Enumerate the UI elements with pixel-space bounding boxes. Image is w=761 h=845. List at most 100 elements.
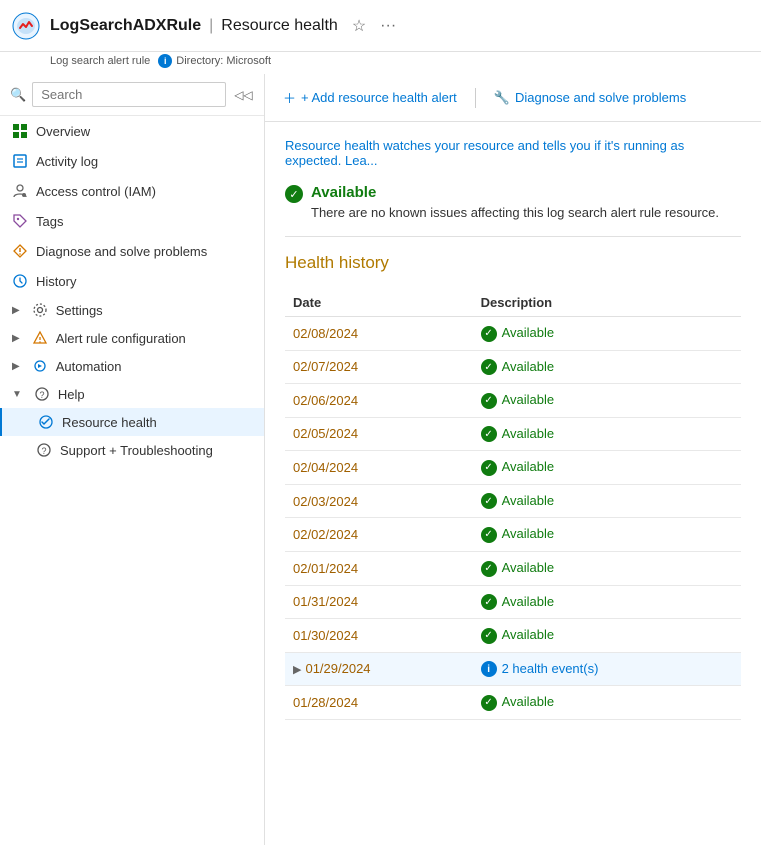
sidebar-item-help-label: Help	[58, 387, 252, 402]
available-status-label: Available	[502, 493, 555, 508]
status-available-icon: ✓	[285, 185, 303, 203]
table-cell-date: ▶01/29/2024	[285, 652, 473, 686]
date-value: 01/28/2024	[293, 695, 358, 710]
azure-monitor-icon	[12, 12, 40, 40]
table-cell-description: ✓Available	[473, 417, 741, 451]
table-row[interactable]: ▶01/29/2024 i 2 health event(s)	[285, 652, 741, 686]
chevron-right-icon-3: ▶	[12, 361, 20, 372]
sidebar-item-alert-rule-config[interactable]: ▶ Alert rule configuration	[0, 324, 264, 352]
resource-health-icon	[38, 414, 54, 430]
sidebar-item-settings[interactable]: ▶ Settings	[0, 296, 264, 324]
table-cell-date: 01/30/2024	[285, 619, 473, 653]
table-row[interactable]: 02/08/2024✓Available	[285, 317, 741, 351]
expand-row-icon[interactable]: ▶	[293, 664, 301, 676]
sidebar-item-access-control[interactable]: Access control (IAM)	[0, 176, 264, 206]
overview-icon	[12, 123, 28, 139]
table-cell-date: 02/08/2024	[285, 317, 473, 351]
diagnose-solve-button[interactable]: 🔧 Diagnose and solve problems	[492, 86, 688, 110]
table-cell-description: ✓Available	[473, 317, 741, 351]
sidebar-item-resource-health[interactable]: Resource health	[0, 408, 264, 436]
search-input[interactable]	[32, 82, 226, 107]
more-options-button[interactable]: ···	[376, 15, 400, 37]
table-cell-description: ✓Available	[473, 551, 741, 585]
date-value: 02/06/2024	[293, 393, 358, 408]
add-resource-health-alert-button[interactable]: ＋ + Add resource health alert	[281, 84, 459, 111]
table-row[interactable]: 02/04/2024 ✓Available	[285, 451, 741, 485]
date-value: 02/03/2024	[293, 494, 358, 509]
sidebar-item-resource-health-label: Resource health	[62, 415, 252, 430]
table-cell-description: ✓ Available	[473, 686, 741, 720]
table-row[interactable]: 01/31/2024✓Available	[285, 585, 741, 619]
sidebar-item-overview[interactable]: Overview	[0, 116, 264, 146]
status-description: There are no known issues affecting this…	[311, 205, 719, 220]
sidebar-item-history-label: History	[36, 274, 252, 289]
sidebar-item-support-troubleshooting[interactable]: ? Support + Troubleshooting	[0, 436, 264, 464]
table-row[interactable]: 02/02/2024 ✓Available	[285, 518, 741, 552]
sidebar-item-alert-rule-config-label: Alert rule configuration	[56, 331, 252, 346]
table-row[interactable]: 02/05/2024✓Available	[285, 417, 741, 451]
sidebar-item-settings-label: Settings	[56, 303, 252, 318]
date-value: 01/31/2024	[293, 594, 358, 609]
table-row[interactable]: 02/01/2024 ✓Available	[285, 551, 741, 585]
chevron-down-icon: ▼	[12, 389, 22, 400]
history-icon	[12, 273, 28, 289]
table-cell-date: 02/07/2024	[285, 350, 473, 384]
toolbar-separator	[475, 88, 476, 108]
date-value: 02/02/2024	[293, 527, 358, 542]
directory-label: Directory: Microsoft	[176, 55, 271, 67]
sidebar-item-diagnose-label: Diagnose and solve problems	[36, 244, 252, 259]
table-cell-date: 02/02/2024	[285, 518, 473, 552]
table-cell-date: 02/06/2024	[285, 384, 473, 418]
sidebar-item-help[interactable]: ▼ ? Help	[0, 380, 264, 408]
table-cell-date: 01/28/2024	[285, 686, 473, 720]
info-banner: Resource health watches your resource an…	[285, 138, 741, 168]
table-row[interactable]: 02/06/2024✓Available	[285, 384, 741, 418]
table-cell-date: 02/03/2024	[285, 484, 473, 518]
date-value: 02/01/2024	[293, 561, 358, 576]
date-value: 02/04/2024	[293, 460, 358, 475]
sidebar-item-activity-log[interactable]: Activity log	[0, 146, 264, 176]
available-status-icon: ✓	[481, 527, 497, 543]
sidebar-item-tags[interactable]: Tags	[0, 206, 264, 236]
table-header-row: Date Description	[285, 289, 741, 317]
table-row[interactable]: 01/28/2024 ✓ Available	[285, 686, 741, 720]
sidebar-item-automation-label: Automation	[56, 359, 252, 374]
table-cell-description: ✓Available	[473, 350, 741, 384]
top-bar: LogSearchADXRule | Resource health ☆ ···…	[0, 0, 761, 74]
sidebar-item-history[interactable]: History	[0, 266, 264, 296]
available-status-label: Available	[502, 627, 555, 642]
sidebar: 🔍 ◁◁ Overview Activity log Access contro…	[0, 74, 265, 845]
sidebar-item-diagnose[interactable]: Diagnose and solve problems	[0, 236, 264, 266]
table-cell-description: ✓Available	[473, 619, 741, 653]
table-cell-date: 02/04/2024	[285, 451, 473, 485]
svg-text:?: ?	[42, 446, 47, 456]
event-status-label: 2 health event(s)	[502, 661, 599, 676]
table-cell-date: 02/05/2024	[285, 417, 473, 451]
date-value: 02/07/2024	[293, 359, 358, 374]
sidebar-item-activity-log-label: Activity log	[36, 154, 252, 169]
sidebar-item-automation[interactable]: ▶ Automation	[0, 352, 264, 380]
available-status-icon: ✓	[481, 561, 497, 577]
table-row[interactable]: 02/07/2024 ✓Available	[285, 350, 741, 384]
collapse-sidebar-button[interactable]: ◁◁	[232, 86, 254, 104]
table-cell-description: ✓Available	[473, 518, 741, 552]
automation-icon	[32, 358, 48, 374]
event-status-icon: i	[481, 661, 497, 677]
page-title: Resource health	[221, 17, 338, 35]
content-toolbar: ＋ + Add resource health alert 🔧 Diagnose…	[265, 74, 761, 122]
health-history-title: Health history	[285, 253, 741, 273]
available-status-icon: ✓	[481, 393, 497, 409]
available-status-label: Available	[502, 694, 555, 709]
favorite-button[interactable]: ☆	[348, 14, 370, 38]
table-row[interactable]: 02/03/2024 ✓ Available	[285, 484, 741, 518]
available-status-icon: ✓	[481, 493, 497, 509]
sidebar-item-tags-label: Tags	[36, 214, 252, 229]
resource-name: LogSearchADXRule	[50, 17, 201, 35]
svg-text:?: ?	[39, 390, 44, 400]
available-status-label: Available	[502, 325, 555, 340]
table-row[interactable]: 01/30/2024 ✓Available	[285, 619, 741, 653]
title-separator: |	[209, 17, 213, 35]
date-value: 01/30/2024	[293, 628, 358, 643]
available-status-icon: ✓	[481, 695, 497, 711]
table-cell-description: ✓Available	[473, 451, 741, 485]
